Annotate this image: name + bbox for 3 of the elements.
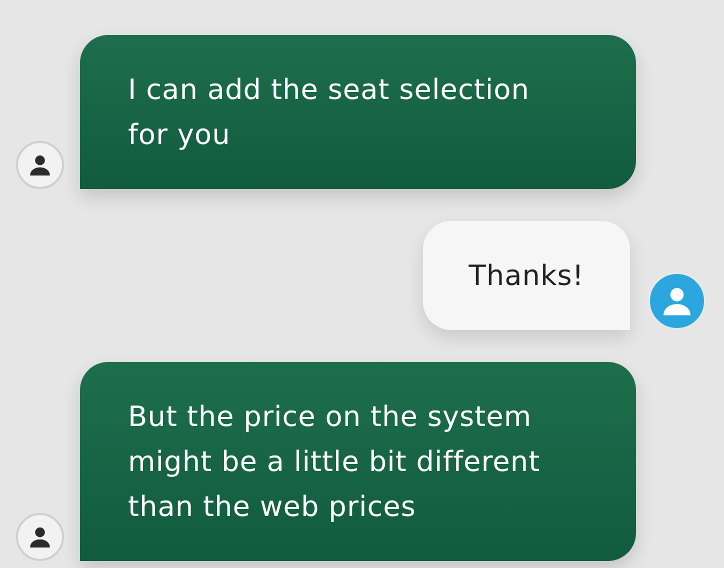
agent-message-bubble: I can add the seat selection for you	[80, 35, 636, 189]
user-message-bubble: Thanks!	[422, 221, 630, 330]
agent-message-bubble: But the price on the system might be a little bit different than the web prices	[80, 362, 636, 561]
